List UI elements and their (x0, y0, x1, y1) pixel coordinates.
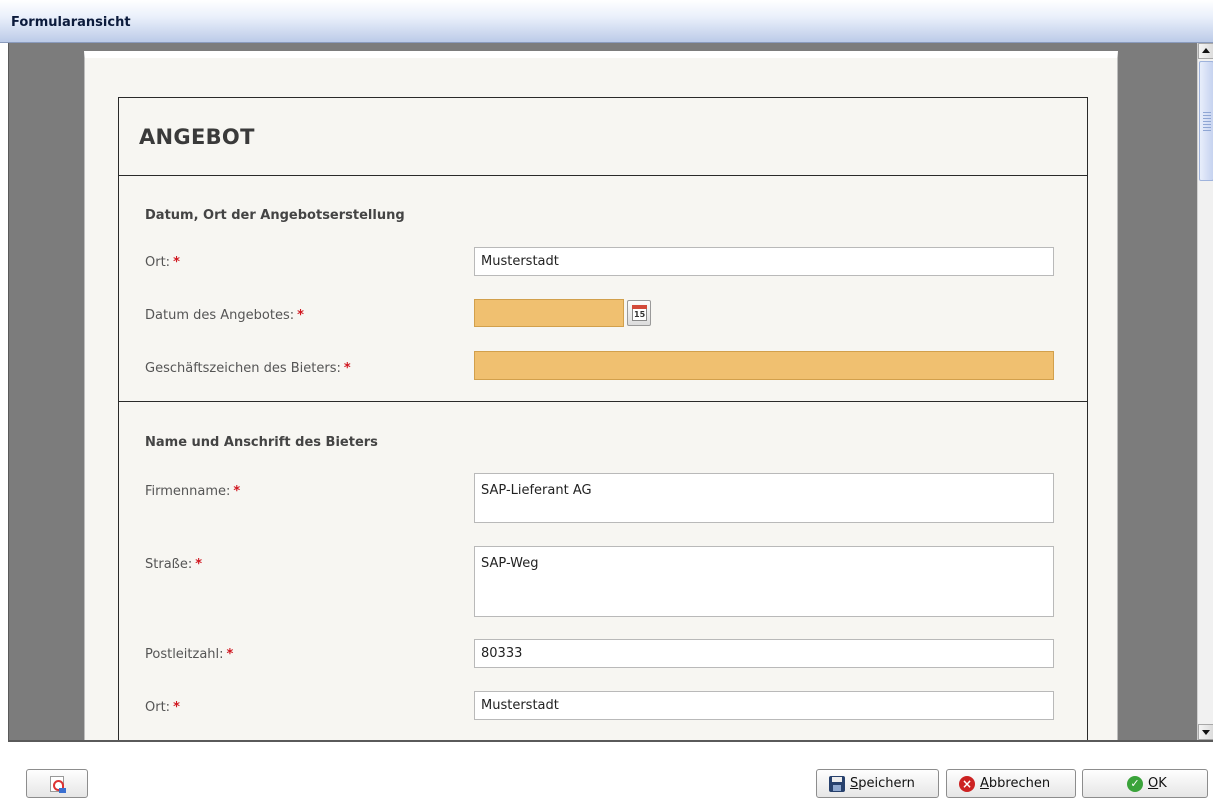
geschaeftszeichen-input[interactable] (474, 351, 1054, 380)
label-datum: Datum des Angebotes: * (145, 308, 304, 323)
window-title: Formularansicht (11, 15, 131, 30)
section-title-name-anschrift: Name und Anschrift des Bieters (145, 435, 378, 450)
required-marker: * (343, 361, 351, 376)
label-geschaeftszeichen: Geschäftszeichen des Bieters: * (145, 361, 351, 376)
postleitzahl-input[interactable] (474, 639, 1054, 668)
required-marker: * (173, 255, 180, 270)
label-strasse: Straße: * (145, 557, 203, 572)
scroll-up-button[interactable] (1198, 43, 1213, 59)
button-bar: Speichern × Abbrechen ✓ OK (0, 742, 1213, 800)
ok-button[interactable]: ✓ OK (1082, 769, 1208, 798)
grip-icon (1203, 112, 1211, 132)
check-circle-icon: ✓ (1127, 775, 1143, 792)
strasse-input[interactable]: SAP-Weg (474, 546, 1054, 617)
calendar-button[interactable]: 15 (627, 300, 651, 326)
cancel-button-label: Abbrechen (980, 776, 1051, 791)
section-divider (119, 175, 1087, 176)
datum-input[interactable] (474, 299, 624, 327)
firmenname-input[interactable]: SAP-Lieferant AG (474, 473, 1054, 523)
form-viewport[interactable]: ANGEBOT Datum, Ort der Angebotserstellun… (8, 43, 1213, 742)
cancel-x-icon: × (959, 775, 975, 792)
form-container: ANGEBOT Datum, Ort der Angebotserstellun… (118, 97, 1088, 740)
required-marker: * (195, 557, 203, 572)
required-marker: * (226, 647, 234, 662)
section-title-datum-ort: Datum, Ort der Angebotserstellung (145, 208, 405, 223)
scroll-thumb[interactable] (1199, 61, 1213, 181)
floppy-disk-icon (829, 775, 845, 792)
ok-button-label: OK (1148, 776, 1167, 791)
form-heading: ANGEBOT (139, 125, 255, 149)
section-divider (119, 401, 1087, 402)
label-postleitzahl: Postleitzahl: * (145, 647, 234, 662)
form-sheet: ANGEBOT Datum, Ort der Angebotserstellun… (84, 51, 1118, 740)
required-marker: * (297, 308, 304, 323)
calendar-icon: 15 (632, 305, 647, 321)
vertical-scrollbar[interactable] (1197, 43, 1213, 740)
label-ort-bieter: Ort: * (145, 700, 180, 715)
pdf-button[interactable] (26, 769, 88, 798)
scroll-down-button[interactable] (1198, 724, 1213, 740)
pdf-icon (50, 775, 66, 793)
window-titlebar: Formularansicht (0, 0, 1213, 43)
ort-bieter-input[interactable] (474, 691, 1054, 720)
save-button[interactable]: Speichern (816, 769, 939, 798)
required-marker: * (233, 484, 241, 499)
label-ort: Ort: * (145, 255, 180, 270)
required-marker: * (173, 700, 180, 715)
cancel-button[interactable]: × Abbrechen (946, 769, 1076, 798)
save-button-label: Speichern (850, 776, 915, 791)
ort-input[interactable] (474, 247, 1054, 276)
label-firmenname: Firmenname: * (145, 484, 241, 499)
